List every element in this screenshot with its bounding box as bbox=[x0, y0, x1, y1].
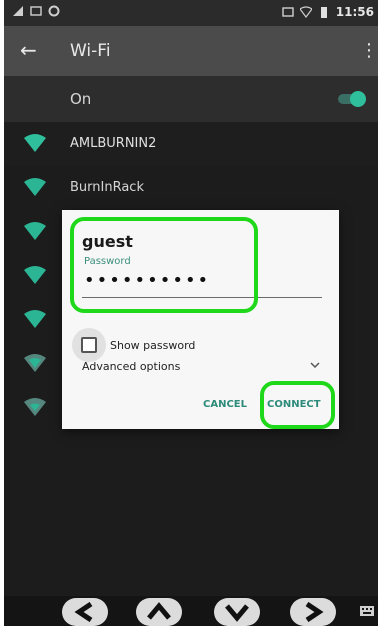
nav-up-button[interactable] bbox=[136, 598, 182, 626]
show-password-checkbox[interactable] bbox=[72, 328, 106, 362]
sync-icon bbox=[48, 5, 60, 17]
password-label: Password bbox=[84, 256, 131, 267]
advanced-options-label[interactable]: Advanced options bbox=[82, 360, 180, 373]
status-time: 11:56 bbox=[335, 5, 374, 19]
wifi-toggle-switch[interactable] bbox=[336, 91, 366, 107]
network-name: AMLBURNIN2 bbox=[70, 136, 157, 151]
network-item[interactable]: AMLBURNIN2 bbox=[4, 122, 378, 166]
show-password-row[interactable]: Show password bbox=[72, 328, 195, 362]
wifi-password-dialog: guest Password •••••••••• Show password … bbox=[62, 210, 339, 429]
wifi-signal-icon bbox=[24, 134, 46, 152]
cancel-button[interactable]: CANCEL bbox=[203, 399, 247, 410]
keyboard-icon[interactable] bbox=[360, 606, 374, 616]
nav-back-button[interactable] bbox=[62, 598, 108, 626]
chevron-up-icon bbox=[147, 602, 171, 620]
status-left-icons bbox=[12, 5, 60, 17]
navigation-bar bbox=[4, 596, 378, 626]
notification-icon bbox=[30, 6, 42, 16]
nav-down-button[interactable] bbox=[214, 598, 260, 626]
back-arrow-icon[interactable]: ← bbox=[20, 39, 42, 61]
battery-icon bbox=[320, 7, 327, 18]
password-value: •••••••••• bbox=[84, 270, 211, 291]
dialog-network-name: guest bbox=[82, 232, 133, 251]
wifi-toggle-row[interactable]: On bbox=[4, 76, 378, 122]
password-field[interactable]: •••••••••• bbox=[82, 270, 322, 298]
chevron-down-icon[interactable] bbox=[309, 359, 321, 371]
status-right-icons: 11:56 bbox=[282, 5, 374, 19]
overflow-menu-icon[interactable]: ⋮ bbox=[360, 40, 378, 62]
chevron-right-icon bbox=[305, 602, 324, 622]
chevron-left-icon bbox=[74, 602, 93, 622]
chevron-down-icon bbox=[225, 604, 249, 622]
app-bar: ← Wi-Fi ⋮ bbox=[4, 26, 378, 76]
wifi-status-icon bbox=[299, 6, 312, 18]
page-title: Wi-Fi bbox=[70, 41, 111, 61]
nav-forward-button[interactable] bbox=[290, 598, 336, 626]
wifi-toggle-label: On bbox=[70, 90, 92, 108]
cast-icon bbox=[282, 7, 294, 17]
show-password-label: Show password bbox=[110, 338, 196, 352]
status-bar: 11:56 bbox=[4, 0, 378, 26]
connect-button[interactable]: CONNECT bbox=[267, 399, 321, 410]
checkbox-box bbox=[81, 337, 97, 353]
signal-icon bbox=[13, 6, 23, 16]
toggle-thumb bbox=[350, 91, 366, 107]
